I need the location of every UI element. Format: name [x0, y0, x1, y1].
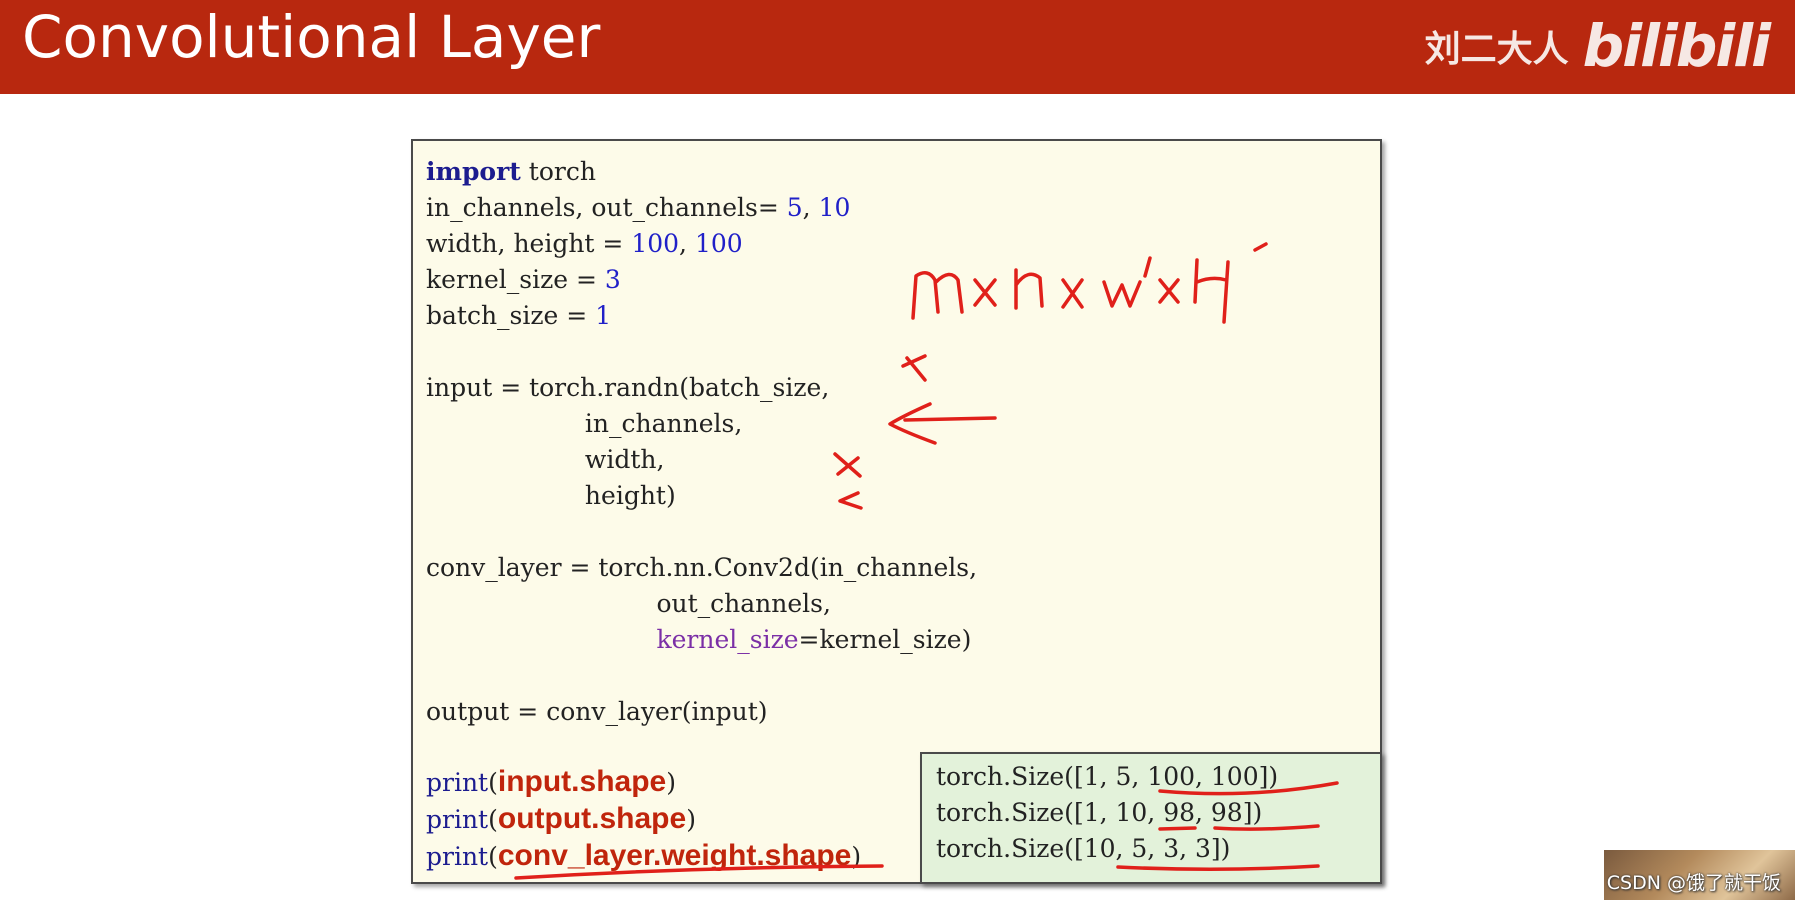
code-text: width, height =	[426, 229, 632, 258]
code-line: out_channels,	[426, 589, 831, 618]
code-line: width,	[426, 445, 665, 474]
code-number: 10	[818, 193, 851, 222]
code-text: batch_size =	[426, 301, 596, 330]
code-text: )	[686, 805, 696, 834]
code-line: conv_layer = torch.nn.Conv2d(in_channels…	[426, 553, 978, 582]
code-number: 3	[604, 265, 621, 294]
code-number: 100	[694, 229, 743, 258]
output-line: torch.Size([1, 5, 100, 100])	[936, 762, 1279, 791]
code-text: kernel_size =	[426, 265, 605, 294]
code-text: ,	[679, 229, 695, 258]
code-highlight: conv_layer.weight.shape	[497, 839, 852, 872]
code-imports: import torch in_channels, out_channels= …	[426, 154, 850, 334]
csdn-watermark: CSDN @饿了就干饭	[1606, 872, 1781, 894]
slide-title: Convolutional Layer	[22, 3, 601, 71]
code-number: 100	[631, 229, 680, 258]
brand: 刘二大人 bilibili	[1424, 12, 1771, 80]
output-text: torch.Size([1, 5, 100, 100]) torch.Size(…	[936, 759, 1278, 867]
author-name: 刘二大人	[1424, 29, 1569, 70]
output-line: torch.Size([10, 5, 3, 3])	[936, 834, 1231, 863]
bilibili-logo: bilibili	[1582, 12, 1771, 80]
code-line: input = torch.randn(batch_size,	[426, 373, 830, 402]
code-line: output = conv_layer(input)	[426, 697, 768, 726]
code-line: height)	[426, 481, 676, 510]
code-print-block: print(input.shape) print(output.shape) p…	[426, 764, 861, 875]
output-block: torch.Size([1, 5, 100, 100]) torch.Size(…	[920, 752, 1382, 884]
code-text: torch	[520, 157, 596, 186]
slide-header: Convolutional Layer 刘二大人 bilibili	[0, 0, 1795, 94]
code-text: ,	[802, 193, 819, 222]
code-kwarg: kernel_size	[656, 625, 799, 654]
code-output-line: output = conv_layer(input)	[426, 694, 768, 730]
code-text: (	[488, 842, 498, 871]
code-number: 5	[786, 193, 803, 222]
code-highlight: input.shape	[497, 765, 667, 798]
code-function: print	[426, 805, 489, 834]
output-line: torch.Size([1, 10, 98, 98])	[936, 798, 1263, 827]
code-line: in_channels,	[426, 409, 743, 438]
code-input-block: input = torch.randn(batch_size, in_chann…	[426, 370, 829, 514]
code-text: in_channels, out_channels=	[426, 193, 787, 222]
code-highlight: output.shape	[497, 802, 687, 835]
code-conv-block: conv_layer = torch.nn.Conv2d(in_channels…	[426, 550, 977, 658]
code-text: )	[851, 842, 862, 871]
code-number: 1	[595, 301, 612, 330]
code-text: =kernel_size)	[798, 625, 972, 654]
code-keyword: import	[426, 157, 521, 186]
code-text: (	[488, 805, 498, 834]
code-function: print	[426, 842, 489, 871]
code-text: )	[666, 768, 676, 797]
code-text: (	[488, 768, 498, 797]
code-function: print	[426, 768, 489, 797]
